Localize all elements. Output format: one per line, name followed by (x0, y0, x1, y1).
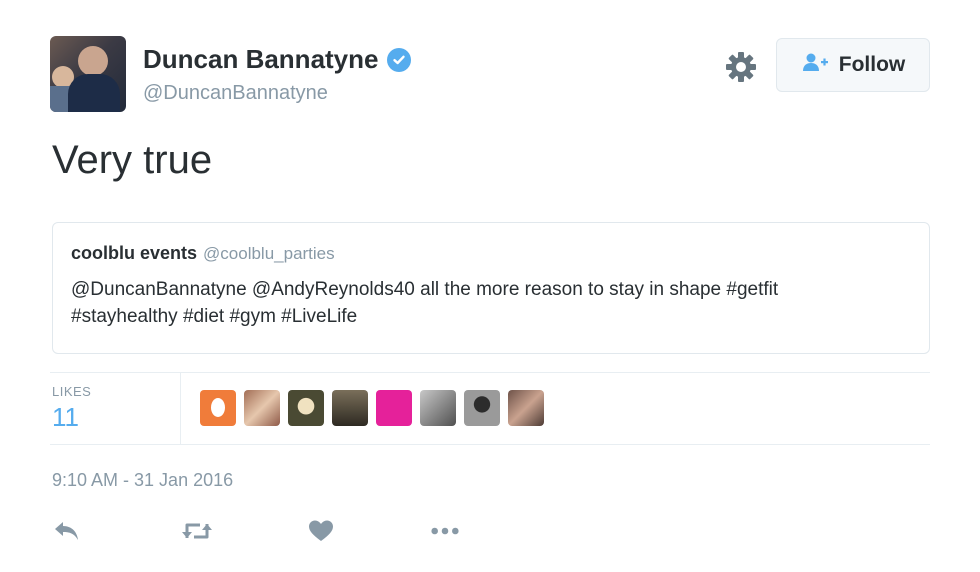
add-user-icon (801, 52, 829, 78)
author-name-row[interactable]: Duncan Bannatyne (143, 44, 411, 75)
quoted-tweet-header: coolblu events @coolblu_parties (71, 243, 911, 264)
tweet-text: Very true (52, 138, 213, 182)
liker-avatar[interactable] (376, 390, 412, 426)
quoted-tweet[interactable]: coolblu events @coolblu_parties @DuncanBa… (52, 222, 930, 354)
quoted-author-name: coolblu events (71, 243, 198, 263)
liker-avatar[interactable] (288, 390, 324, 426)
quoted-author-handle: @coolblu_parties (203, 244, 335, 263)
heart-icon[interactable] (306, 516, 336, 546)
liker-avatar[interactable] (200, 390, 236, 426)
reply-icon[interactable] (52, 516, 82, 546)
stats-divider-top (50, 372, 930, 373)
likes-label: LIKES (52, 384, 92, 399)
liker-avatar[interactable] (464, 390, 500, 426)
stats-divider-bottom (50, 444, 930, 445)
likes-count[interactable]: 11 (52, 402, 79, 433)
gear-icon[interactable] (724, 50, 758, 84)
more-icon[interactable] (430, 516, 460, 546)
liker-avatar[interactable] (508, 390, 544, 426)
retweet-icon[interactable] (180, 516, 214, 546)
author-handle[interactable]: @DuncanBannatyne (143, 82, 328, 105)
quoted-text-line: #stayhealthy #diet #gym #LiveLife (71, 306, 358, 327)
stats-divider-vertical (180, 373, 181, 444)
quoted-tweet-text: @DuncanBannatyne @AndyReynolds40 all the… (71, 276, 911, 330)
quoted-text-line: @DuncanBannatyne @AndyReynolds40 all the… (71, 279, 779, 300)
follow-label: Follow (838, 53, 906, 76)
liker-avatar[interactable] (332, 390, 368, 426)
author-avatar[interactable] (50, 36, 126, 112)
likers-avatars (200, 390, 544, 426)
verified-badge-icon (386, 47, 411, 72)
tweet-timestamp[interactable]: 9:10 AM - 31 Jan 2016 (52, 470, 233, 491)
liker-avatar[interactable] (244, 390, 280, 426)
author-name[interactable]: Duncan Bannatyne (143, 44, 379, 75)
liker-avatar[interactable] (420, 390, 456, 426)
follow-button[interactable]: Follow (776, 38, 930, 92)
